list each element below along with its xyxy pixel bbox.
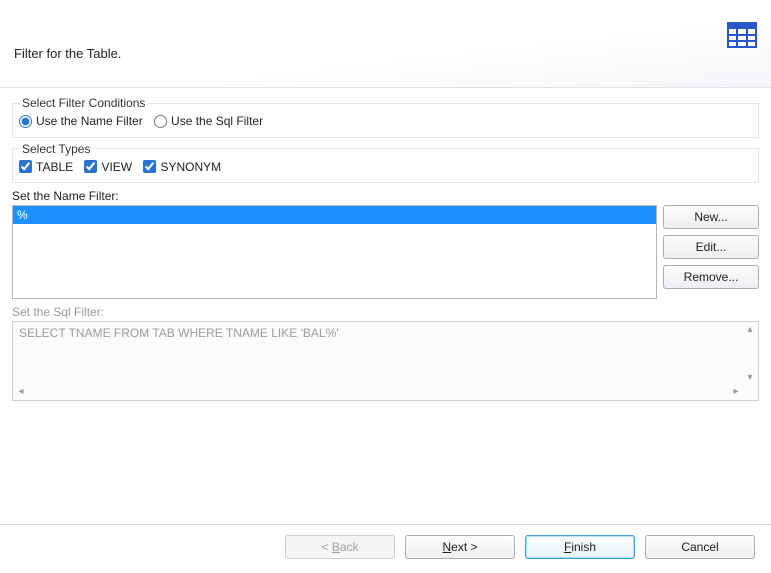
radio-sql-filter[interactable]	[154, 115, 167, 128]
check-table[interactable]	[19, 160, 32, 173]
next-button[interactable]: Next >	[405, 535, 515, 559]
name-filter-label: Set the Name Filter:	[12, 189, 759, 203]
back-button: < Back	[285, 535, 395, 559]
radio-name-filter[interactable]	[19, 115, 32, 128]
check-synonym-label[interactable]: SYNONYM	[143, 160, 221, 174]
finish-post: inish	[571, 540, 596, 554]
back-mn: B	[332, 540, 340, 554]
next-mn: N	[442, 540, 451, 554]
scroll-left-icon: ◂	[15, 386, 27, 398]
check-table-text: TABLE	[36, 160, 73, 174]
check-synonym[interactable]	[143, 160, 156, 173]
check-view-text: VIEW	[101, 160, 132, 174]
page-title: Filter for the Table.	[14, 46, 121, 61]
sql-filter-text: SELECT TNAME FROM TAB WHERE TNAME LIKE '…	[19, 326, 742, 340]
scroll-up-icon: ▴	[744, 324, 756, 336]
edit-button[interactable]: Edit...	[663, 235, 759, 259]
header-band: Filter for the Table.	[0, 0, 771, 88]
filter-conditions-legend: Select Filter Conditions	[19, 96, 148, 110]
back-post: ack	[340, 540, 359, 554]
scroll-down-icon: ▾	[744, 372, 756, 384]
filter-conditions-group: Select Filter Conditions Use the Name Fi…	[12, 96, 759, 138]
check-view[interactable]	[84, 160, 97, 173]
check-synonym-text: SYNONYM	[160, 160, 221, 174]
radio-sql-filter-label[interactable]: Use the Sql Filter	[154, 114, 263, 128]
check-table-label[interactable]: TABLE	[19, 160, 73, 174]
remove-button[interactable]: Remove...	[663, 265, 759, 289]
name-filter-list[interactable]: %	[12, 205, 657, 299]
scroll-right-icon: ▸	[730, 386, 742, 398]
sql-filter-label: Set the Sql Filter:	[12, 305, 759, 319]
finish-button[interactable]: Finish	[525, 535, 635, 559]
back-pre: <	[321, 540, 331, 554]
select-types-group: Select Types TABLE VIEW SYNONYM	[12, 142, 759, 184]
table-icon	[727, 22, 757, 48]
sql-filter-box: SELECT TNAME FROM TAB WHERE TNAME LIKE '…	[12, 321, 759, 401]
wizard-footer: < Back Next > Finish Cancel	[0, 524, 771, 573]
radio-sql-filter-text: Use the Sql Filter	[171, 114, 263, 128]
check-view-label[interactable]: VIEW	[84, 160, 132, 174]
new-button[interactable]: New...	[663, 205, 759, 229]
name-filter-item[interactable]: %	[13, 206, 656, 224]
radio-name-filter-label[interactable]: Use the Name Filter	[19, 114, 143, 128]
next-post: ext >	[451, 540, 477, 554]
select-types-legend: Select Types	[19, 142, 93, 156]
radio-name-filter-text: Use the Name Filter	[36, 114, 143, 128]
cancel-button[interactable]: Cancel	[645, 535, 755, 559]
